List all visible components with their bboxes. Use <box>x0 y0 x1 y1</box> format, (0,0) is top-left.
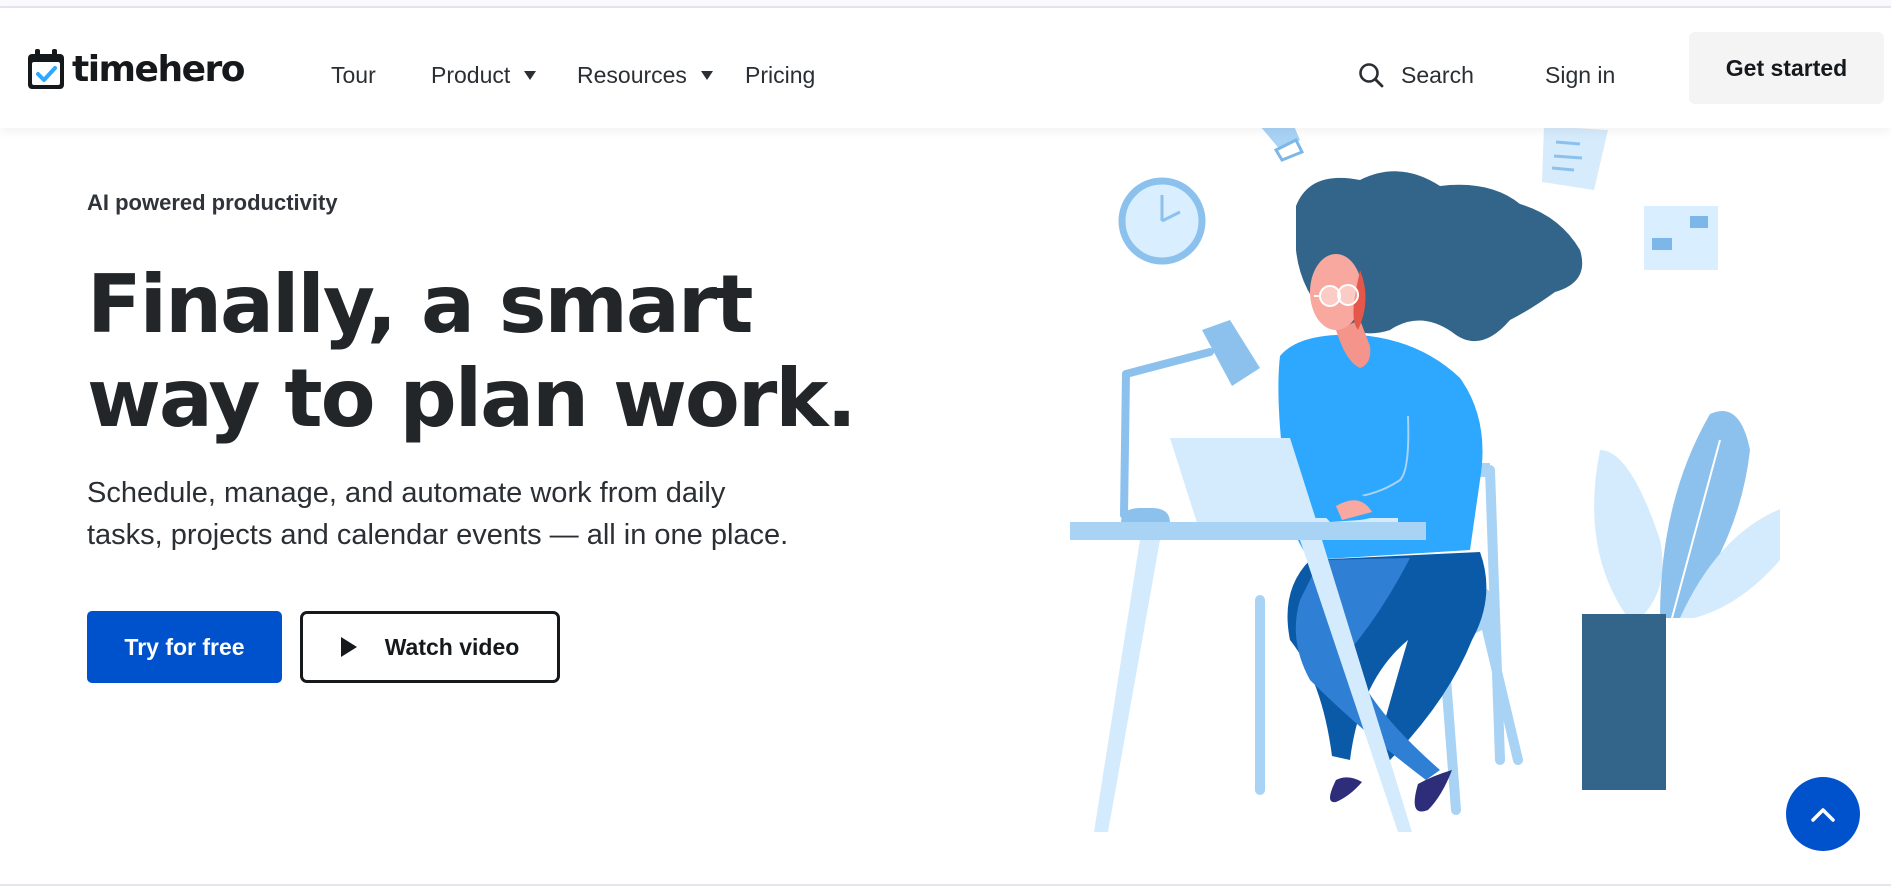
subtitle-line-2: tasks, projects and calendar events — al… <box>87 519 789 551</box>
nav-pricing-label: Pricing <box>745 61 816 88</box>
hero-eyebrow: AI powered productivity <box>87 190 338 215</box>
try-for-free-label: Try for free <box>124 633 245 660</box>
sign-in-link[interactable]: Sign in <box>1545 58 1615 92</box>
top-border <box>0 0 1891 8</box>
caret-down-icon <box>524 70 537 80</box>
headline-line-1: Finally, a smart <box>87 258 754 351</box>
shoe-right <box>1414 770 1452 812</box>
watch-video-label: Watch video <box>384 633 520 660</box>
caret-down-icon <box>700 70 713 80</box>
subtitle-line-1: Schedule, manage, and automate work from… <box>87 477 726 509</box>
search-button[interactable]: Search <box>1357 58 1474 92</box>
get-started-button[interactable]: Get started <box>1689 32 1884 104</box>
brand-name: timehero <box>72 48 246 90</box>
clock-icon <box>1118 177 1206 265</box>
shoe-left <box>1330 777 1362 803</box>
search-icon <box>1359 63 1384 88</box>
plant <box>1582 410 1780 790</box>
get-started-label: Get started <box>1725 54 1848 81</box>
hero-subtitle: Schedule, manage, and automate work from… <box>87 472 887 556</box>
nav-pricing[interactable]: Pricing <box>745 58 815 92</box>
sign-in-label: Sign in <box>1545 61 1616 88</box>
chevron-up-icon <box>1811 808 1835 822</box>
nav-resources[interactable]: Resources <box>577 58 713 92</box>
nav-resources-label: Resources <box>577 61 687 88</box>
brand-logo[interactable]: timehero <box>26 46 246 92</box>
play-icon <box>340 637 357 657</box>
document-icon <box>1542 126 1608 190</box>
hero-illustration <box>1070 120 1780 832</box>
scroll-to-top-button[interactable] <box>1786 777 1860 851</box>
nav-product-label: Product <box>431 61 511 88</box>
site-header: timehero Tour Product Resources Pricing … <box>0 8 1891 128</box>
watch-video-button[interactable]: Watch video <box>300 611 560 683</box>
search-label: Search <box>1401 61 1474 88</box>
nav-tour-label: Tour <box>331 61 376 88</box>
calendar-check-icon <box>28 49 64 89</box>
nav-product[interactable]: Product <box>431 58 537 92</box>
try-for-free-button[interactable]: Try for free <box>87 611 282 683</box>
hero-headline: Finally, a smart way to plan work. <box>87 258 857 446</box>
headline-line-2: way to plan work. <box>87 352 857 445</box>
nav-tour[interactable]: Tour <box>331 58 376 92</box>
note-icon <box>1644 206 1718 270</box>
